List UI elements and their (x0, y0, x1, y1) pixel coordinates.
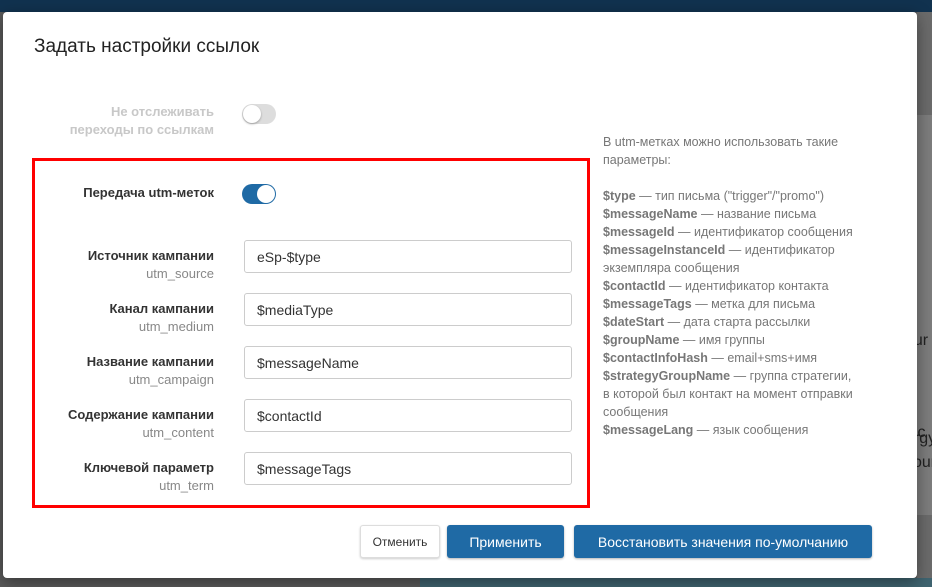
help-param: $groupName — имя группы (603, 333, 765, 347)
help-param: $messageLang — язык сообщения (603, 423, 809, 437)
no-tracking-toggle[interactable] (242, 104, 276, 124)
restore-defaults-button[interactable]: Восстановить значения по-умолчанию (574, 525, 872, 558)
help-param: $contactId — идентификатор контакта (603, 279, 829, 293)
utm-term-input[interactable]: $messageTags (244, 452, 572, 485)
help-param: $messageTags — метка для письма (603, 297, 816, 311)
field-label: Ключевой параметр utm_term (83, 460, 214, 493)
help-param: $type — тип письма ("trigger"/"promo") (603, 189, 824, 203)
app-header (0, 0, 932, 12)
help-param: $contactInfoHash — email+sms+имя (603, 351, 818, 365)
utm-content-input[interactable]: $contactId (244, 399, 572, 432)
help-param: $strategyGroupName — группа стратегии, в… (603, 369, 853, 419)
field-label: Канал кампании utm_medium (109, 301, 214, 334)
field-label: Источник кампании utm_source (87, 248, 214, 281)
field-label: Название кампании utm_campaign (86, 354, 214, 387)
toggle-knob (257, 185, 275, 203)
toggle-knob (243, 105, 261, 123)
field-label: Содержание кампании utm_content (68, 407, 214, 440)
help-param: $dateStart — дата старта рассылки (603, 315, 811, 329)
utm-label: Передача utm-меток (83, 185, 214, 200)
utm-toggle[interactable] (242, 184, 276, 204)
utm-campaign-input[interactable]: $messageName (244, 346, 572, 379)
background-footer (420, 578, 932, 587)
utm-medium-input[interactable]: $mediaType (244, 293, 572, 326)
dialog-title: Задать настройки ссылок (34, 36, 260, 57)
link-settings-dialog: Задать настройки ссылок Не отслеживать п… (3, 12, 917, 578)
utm-help-text: В utm-метках можно использовать такие па… (603, 133, 853, 439)
apply-button[interactable]: Применить (447, 525, 564, 558)
help-param: $messageInstanceId — идентификатор экзем… (603, 243, 835, 275)
no-tracking-label: Не отслеживать переходы по ссылкам (69, 104, 214, 137)
help-param: $messageId — идентификатор сообщения (603, 225, 853, 239)
cancel-button[interactable]: Отменить (360, 525, 440, 558)
help-param: $messageName — название письма (603, 207, 817, 221)
help-intro: В utm-метках можно использовать такие па… (603, 135, 839, 167)
utm-source-input[interactable]: eSp-$type (244, 240, 572, 273)
